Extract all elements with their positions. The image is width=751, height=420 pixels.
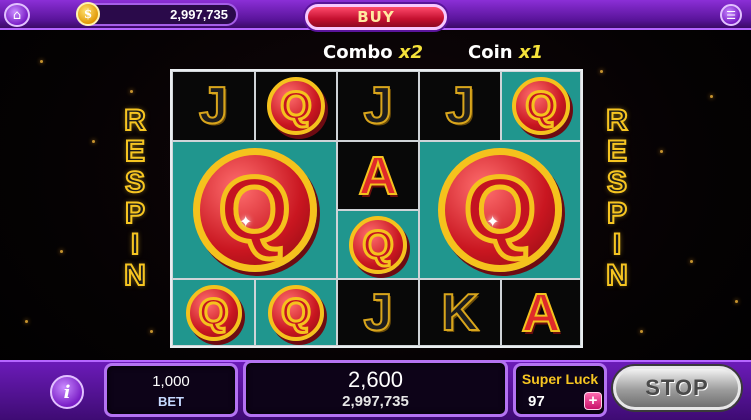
top-bar: ⌂ $ 2,997,735 BUY ☰ xyxy=(0,0,751,30)
reel-cell: J xyxy=(337,71,419,141)
coin-value: x1 xyxy=(518,42,543,63)
respin-letter: E xyxy=(124,135,146,168)
combo-multiplier: Combo x2 xyxy=(323,42,423,63)
symbol-j: J xyxy=(363,283,394,342)
symbol-j: J xyxy=(198,77,229,135)
respin-letter: S xyxy=(606,166,628,199)
reel-cell-big: Q ✦ xyxy=(172,141,337,279)
symbol-a: A xyxy=(358,145,399,206)
symbol-q: Q xyxy=(279,84,313,128)
symbol-j: J xyxy=(363,77,394,135)
symbol-q: Q xyxy=(524,84,558,128)
super-luck-panel: Super Luck 97 + xyxy=(513,363,607,417)
sparkle-icon: ✦ xyxy=(486,212,500,231)
bet-label: BET xyxy=(158,394,184,409)
reel-grid: J Q J J Q Q ✦ A Q Q ✦ Q Q J K A xyxy=(170,69,583,348)
reel-cell: Q xyxy=(337,210,419,279)
respin-label-right: R E S P I N xyxy=(600,104,634,292)
sparkle-icon: ✦ xyxy=(239,212,253,231)
symbol-q-badge: Q xyxy=(267,77,325,135)
symbol-q: Q xyxy=(361,222,395,267)
symbol-q-badge: Q xyxy=(512,77,570,135)
symbol-q-badge: Q xyxy=(349,215,407,274)
coin-label: Coin xyxy=(468,42,513,63)
reel-cell: Q xyxy=(172,279,255,346)
super-luck-value: 97 xyxy=(528,393,545,410)
super-luck-label: Super Luck xyxy=(521,371,599,387)
bet-panel[interactable]: 1,000 BET xyxy=(104,363,238,417)
bet-value: 1,000 xyxy=(152,373,190,390)
symbol-q-badge: Q xyxy=(192,148,317,272)
win-panel: 2,600 2,997,735 xyxy=(243,360,508,417)
respin-letter: N xyxy=(605,259,629,292)
reel-cell: J xyxy=(172,71,255,141)
combo-label: Combo xyxy=(323,42,393,63)
reel-cell: J xyxy=(337,279,419,346)
info-button[interactable]: i xyxy=(50,375,84,409)
respin-letter: N xyxy=(123,259,147,292)
reel-cell: A xyxy=(501,279,581,346)
menu-button[interactable]: ☰ xyxy=(720,4,742,26)
symbol-j: J xyxy=(445,77,476,135)
respin-letter: E xyxy=(606,135,628,168)
symbol-q: Q xyxy=(280,291,313,334)
coin-balance: 2,997,735 xyxy=(170,7,228,22)
symbol-q-badge: Q xyxy=(185,284,242,341)
coin-balance-box: $ 2,997,735 xyxy=(76,2,238,26)
symbol-q: Q xyxy=(216,159,293,261)
symbol-q: Q xyxy=(197,291,230,334)
reel-cell: Q xyxy=(501,71,581,141)
combo-value: x2 xyxy=(398,42,424,63)
coin-icon: $ xyxy=(76,2,100,26)
symbol-k: K xyxy=(440,283,480,342)
info-icon: i xyxy=(63,381,71,403)
reel-cell: Q xyxy=(255,71,337,141)
respin-letter: R xyxy=(605,104,629,137)
reel-cell: A xyxy=(337,141,419,210)
symbol-q-badge: Q xyxy=(268,284,324,341)
respin-letter: S xyxy=(124,166,146,199)
respin-letter: R xyxy=(123,104,147,137)
respin-letter: I xyxy=(130,228,140,261)
stop-button[interactable]: STOP xyxy=(613,366,741,410)
symbol-q: Q xyxy=(462,159,539,261)
reel-cell-big: Q ✦ xyxy=(419,141,581,279)
menu-icon: ☰ xyxy=(726,8,736,22)
win-value: 2,600 xyxy=(347,367,404,392)
buy-button[interactable]: BUY xyxy=(305,4,447,30)
respin-letter: P xyxy=(606,197,628,230)
respin-letter: I xyxy=(612,228,622,261)
respin-letter: P xyxy=(124,197,146,230)
symbol-a: A xyxy=(521,282,562,343)
reel-cell: J xyxy=(419,71,501,141)
coin-multiplier: Coin x1 xyxy=(468,42,543,63)
home-button[interactable]: ⌂ xyxy=(4,3,30,27)
reel-cell: K xyxy=(419,279,501,346)
home-icon: ⌂ xyxy=(12,7,22,23)
symbol-q-badge: Q xyxy=(438,148,562,272)
respin-label-left: R E S P I N xyxy=(118,104,152,292)
reel-cell: Q xyxy=(255,279,337,346)
super-luck-plus-button[interactable]: + xyxy=(584,392,602,410)
win-total: 2,997,735 xyxy=(342,393,409,410)
